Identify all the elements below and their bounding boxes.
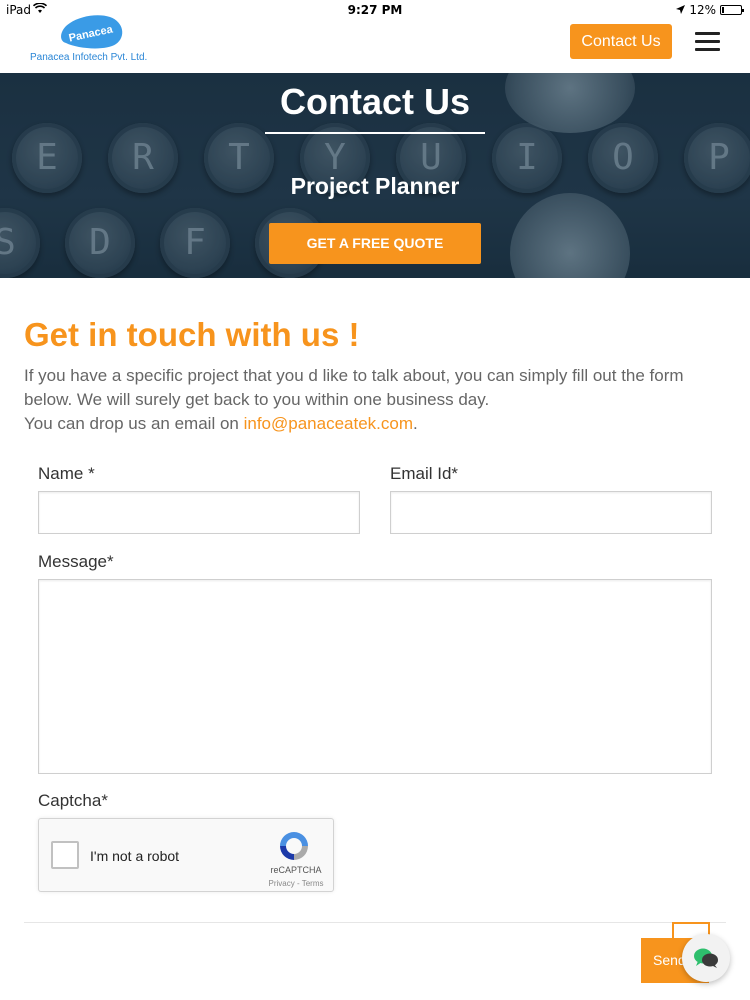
message-label: Message*	[38, 552, 114, 571]
status-right: 12%	[676, 3, 744, 17]
contact-page: iPad 9:27 PM 12% Panacea Panacea Infotec…	[0, 0, 750, 1000]
logo-blob-icon: Panacea	[61, 15, 123, 49]
recaptcha-brand: reCAPTCHA	[270, 865, 322, 875]
chat-icon	[694, 948, 718, 968]
message-textarea[interactable]	[38, 579, 712, 774]
chat-widget-button[interactable]	[682, 934, 730, 982]
recaptcha-label: I'm not a robot	[90, 848, 180, 864]
title-divider	[265, 132, 485, 134]
recaptcha-logo-icon	[280, 832, 308, 860]
name-label: Name *	[38, 464, 95, 483]
free-quote-button[interactable]: GET A FREE QUOTE	[269, 223, 481, 264]
recaptcha-widget: I'm not a robot reCAPTCHA Privacy - Term…	[38, 818, 334, 892]
logo[interactable]: Panacea Panacea Infotech Pvt. Ltd.	[30, 11, 160, 67]
location-arrow-icon	[676, 3, 686, 17]
form-divider	[24, 922, 726, 923]
hero-banner: ERTYUIOPSDFG Contact Us Project Planner …	[0, 73, 750, 278]
intro-suffix: .	[413, 414, 418, 433]
intro-line: If you have a specific project that you …	[24, 366, 684, 409]
recaptcha-checkbox[interactable]	[51, 841, 79, 869]
email-link[interactable]: info@panaceatek.com	[244, 414, 413, 433]
intro-email-prefix: You can drop us an email on	[24, 414, 244, 433]
email-label: Email Id*	[390, 464, 459, 483]
page-title: Contact Us	[279, 81, 471, 122]
contact-us-button[interactable]: Contact Us	[570, 24, 672, 59]
battery-percent: 12%	[689, 3, 716, 17]
menu-icon[interactable]	[695, 32, 720, 52]
name-input[interactable]	[38, 491, 360, 534]
captcha-label: Captcha*	[38, 791, 108, 810]
recaptcha-terms-link[interactable]: Privacy - Terms	[261, 879, 331, 888]
site-header: Panacea Panacea Infotech Pvt. Ltd. Conta…	[0, 15, 750, 73]
email-input[interactable]	[390, 491, 712, 534]
intro-text: If you have a specific project that you …	[24, 364, 724, 436]
section-heading: Get in touch with us !	[24, 316, 360, 353]
hero-subtitle: Project Planner	[290, 173, 460, 199]
battery-icon	[720, 5, 744, 15]
company-name: Panacea Infotech Pvt. Ltd.	[30, 52, 148, 63]
battery-fill	[722, 7, 724, 13]
